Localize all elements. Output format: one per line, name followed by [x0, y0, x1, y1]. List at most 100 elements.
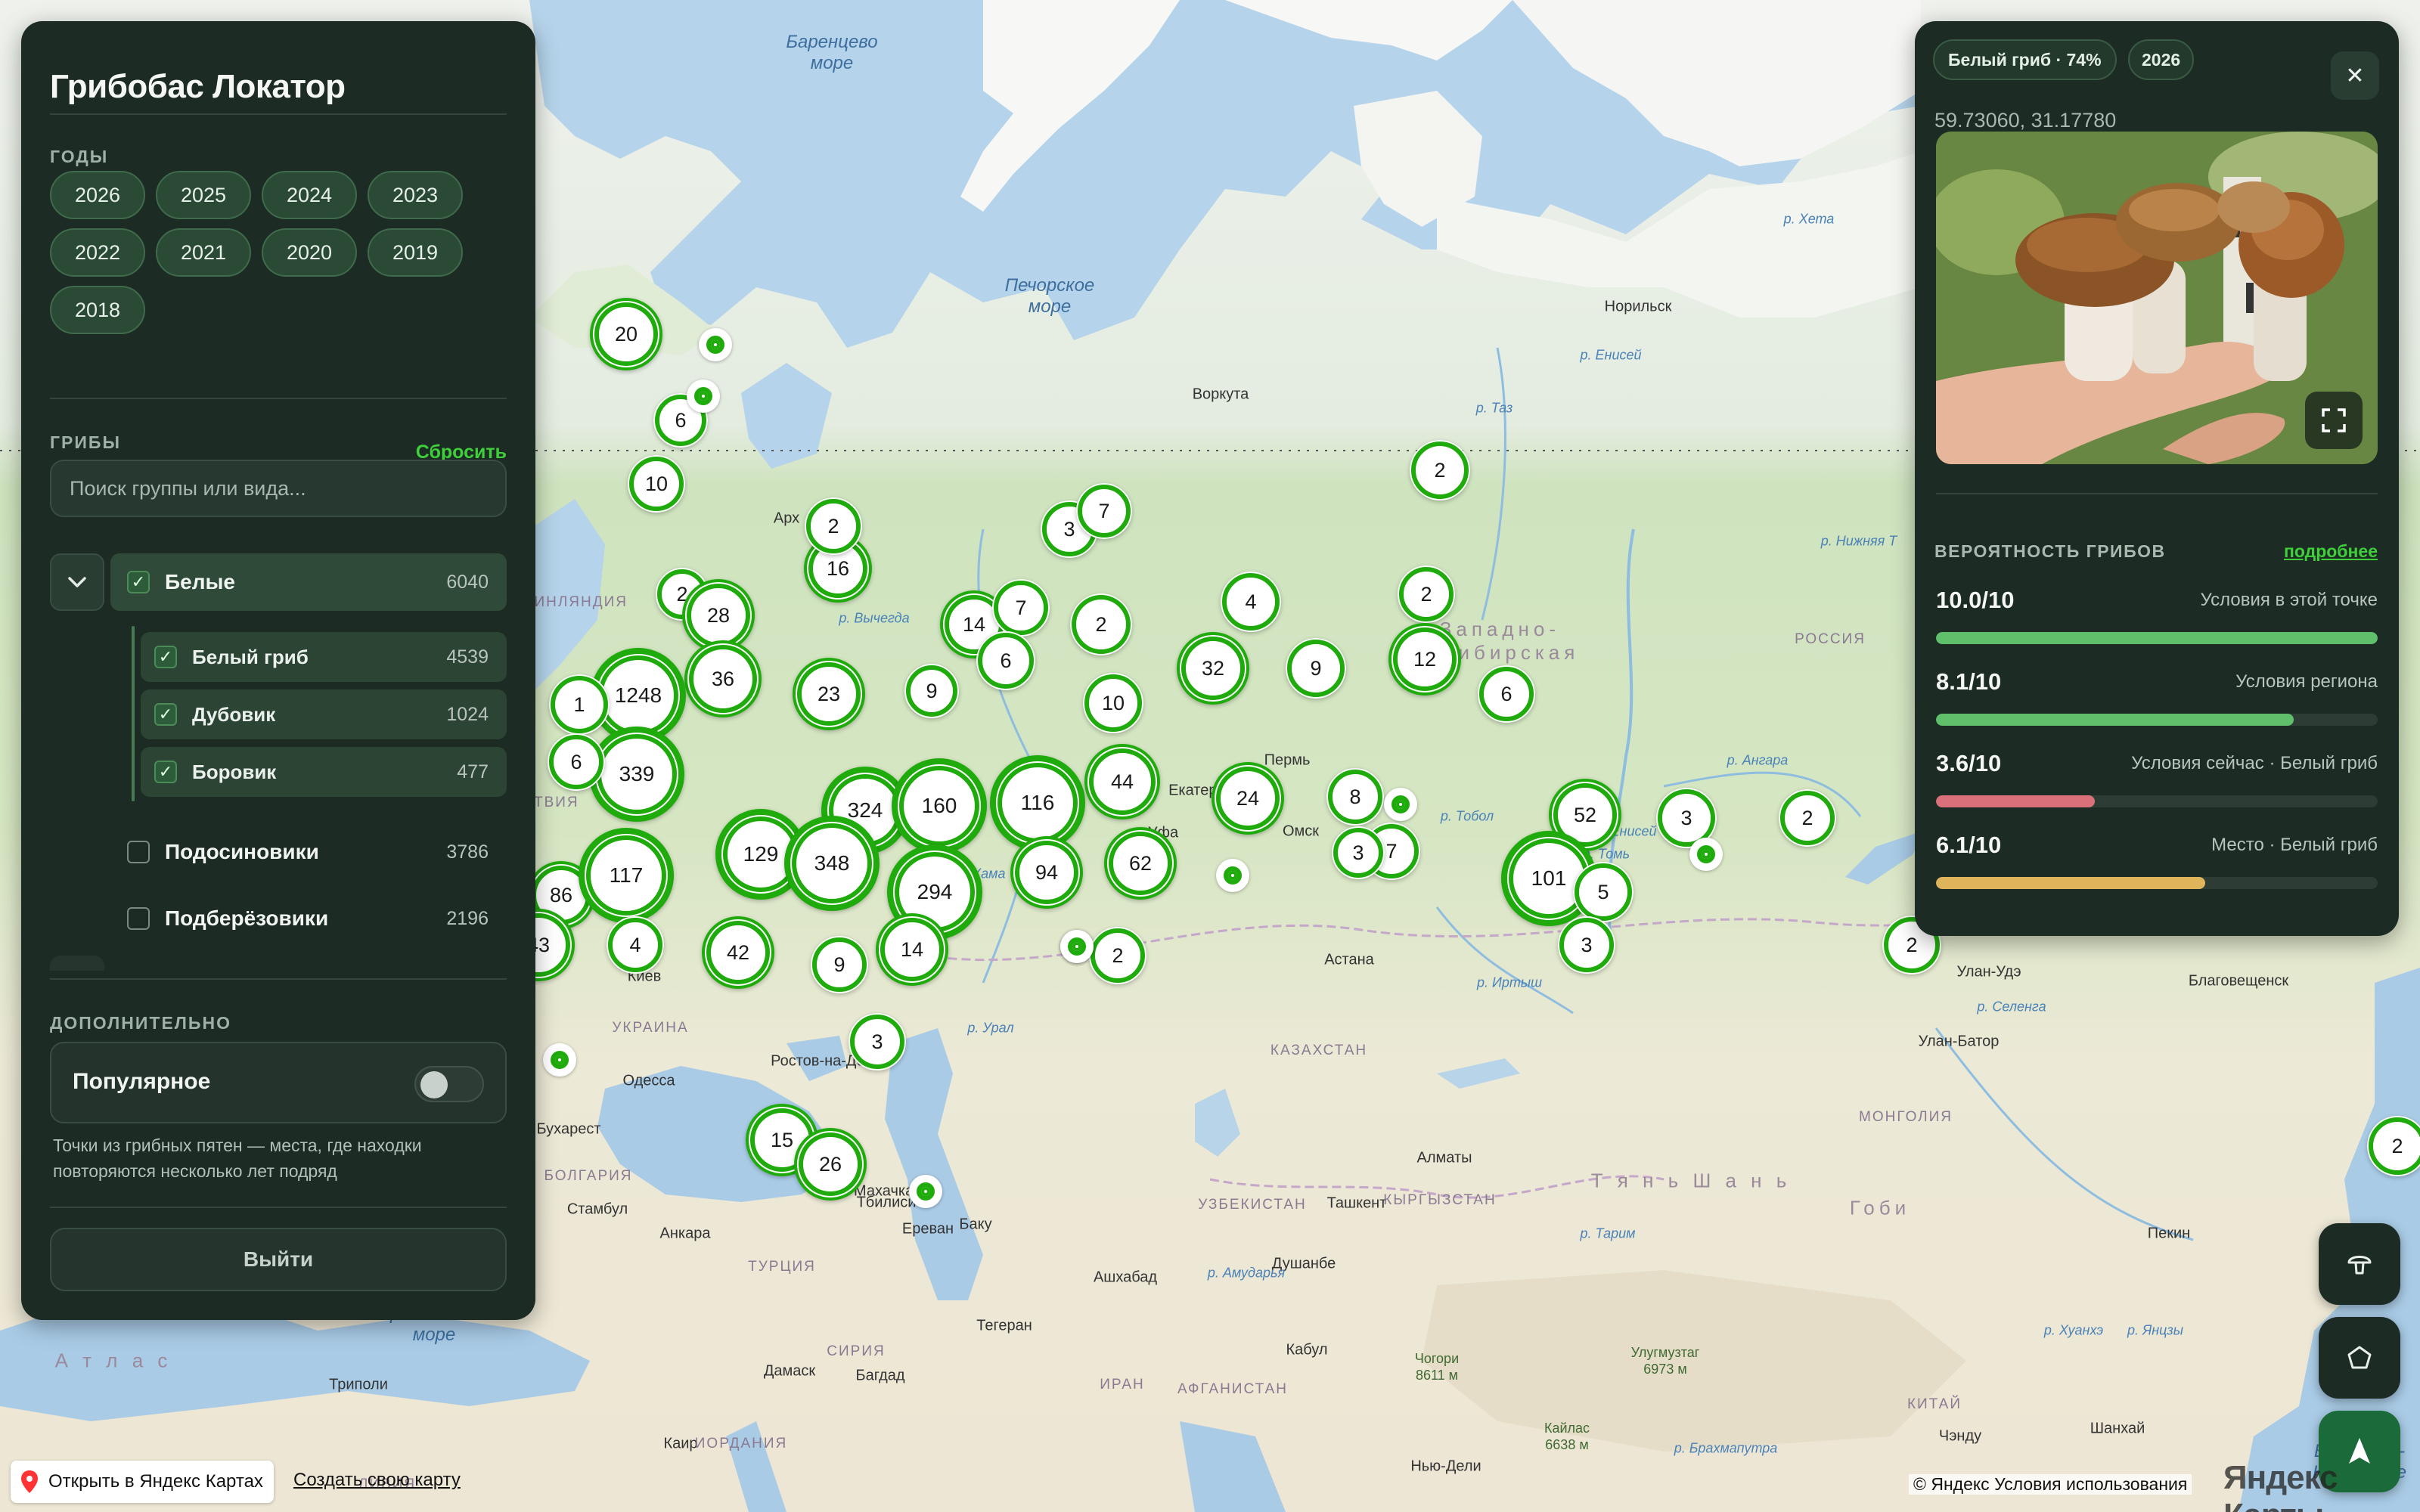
cluster-marker[interactable]: 117 [579, 828, 674, 923]
probability-bar-fill [1936, 877, 2206, 889]
species-row-belyi-grib[interactable]: ✓ Белый гриб 4539 [141, 632, 507, 682]
year-chip-2024[interactable]: 2024 [262, 171, 357, 219]
draw-area-button[interactable] [2319, 1317, 2400, 1399]
cluster-marker[interactable]: 44 [1084, 744, 1160, 820]
cluster-marker[interactable]: 2 [805, 497, 862, 555]
year-chip-2018[interactable]: 2018 [50, 286, 145, 334]
chevron-down-icon [68, 577, 86, 587]
cluster-marker[interactable]: 62 [1104, 827, 1177, 900]
cluster-marker[interactable]: 2 [2367, 1116, 2420, 1176]
cluster-count: 3 [1581, 933, 1593, 956]
species-checkbox[interactable]: ✓ [154, 703, 177, 726]
point-marker[interactable] [1384, 788, 1417, 821]
cluster-count: 23 [817, 682, 841, 705]
point-marker[interactable] [699, 328, 732, 361]
cluster-marker[interactable]: 3 [849, 1013, 906, 1070]
cluster-count: 294 [917, 880, 953, 903]
group-row-podosinoviki[interactable]: Подосиновики 3786 [110, 826, 507, 878]
species-checkbox[interactable]: ✓ [154, 646, 177, 668]
cluster-marker[interactable]: 26 [794, 1128, 867, 1201]
year-chip-2023[interactable]: 2023 [368, 171, 463, 219]
fullscreen-button[interactable] [2305, 392, 2363, 449]
cluster-marker[interactable]: 339 [589, 727, 684, 822]
mushroom-layer-button[interactable] [2319, 1223, 2400, 1305]
cluster-count: 62 [1128, 851, 1153, 875]
cluster-marker[interactable]: 9 [1286, 638, 1346, 699]
search-input[interactable]: Поиск группы или вида... [50, 460, 507, 517]
year-chip-2020[interactable]: 2020 [262, 228, 357, 277]
group-row-podberezoviki[interactable]: Подберёзовики 2196 [110, 892, 507, 945]
point-marker[interactable] [1689, 838, 1723, 871]
cluster-marker[interactable]: 7 [992, 579, 1050, 637]
year-chip-2022[interactable]: 2022 [50, 228, 145, 277]
logout-button[interactable]: Выйти [50, 1228, 507, 1291]
open-in-yandex-button[interactable]: Открыть в Яндекс Картах [11, 1461, 274, 1503]
cluster-count: 2 [827, 514, 839, 538]
cluster-marker[interactable]: 94 [1010, 836, 1083, 909]
cluster-marker[interactable]: 6 [1478, 665, 1535, 723]
cluster-marker[interactable]: 5 [1573, 862, 1634, 922]
year-chip-2021[interactable]: 2021 [156, 228, 251, 277]
year-chip-2026[interactable]: 2026 [50, 171, 145, 219]
cluster-marker[interactable]: 23 [793, 658, 865, 730]
divider [50, 978, 507, 980]
cluster-count: 42 [726, 940, 750, 964]
group-checkbox[interactable] [127, 841, 150, 863]
cluster-marker[interactable]: 9 [904, 664, 959, 718]
probability-bar [1936, 632, 2378, 644]
point-marker[interactable] [909, 1175, 942, 1208]
cluster-marker[interactable]: 3 [1558, 916, 1615, 974]
group-row-belye[interactable]: ✓ Белые 6040 [110, 553, 507, 611]
create-map-link[interactable]: Создать свою карту [293, 1470, 461, 1491]
cluster-marker[interactable]: 10 [1083, 673, 1143, 733]
cluster-marker[interactable]: 2 [1398, 565, 1455, 623]
point-marker[interactable] [687, 380, 720, 413]
cluster-marker[interactable]: 42 [702, 916, 774, 989]
cluster-marker[interactable]: 7 [1076, 483, 1132, 539]
cluster-marker[interactable]: 160 [892, 758, 987, 854]
species-name: Белый гриб [192, 645, 309, 668]
cluster-count: 12 [1413, 647, 1437, 671]
details-link[interactable]: подробнее [2284, 541, 2378, 562]
cluster-marker[interactable]: 12 [1388, 623, 1461, 696]
cluster-marker[interactable]: 4 [1221, 572, 1281, 632]
cluster-marker[interactable]: 2 [1089, 927, 1146, 984]
cluster-marker[interactable]: 6 [976, 631, 1035, 690]
cluster-marker[interactable]: 3 [1332, 826, 1385, 879]
year-chip-2019[interactable]: 2019 [368, 228, 463, 277]
cluster-marker[interactable]: 6 [548, 733, 605, 791]
cluster-marker[interactable]: 9 [811, 936, 868, 993]
expand-group-button[interactable] [50, 553, 104, 611]
cluster-marker[interactable]: 14 [876, 913, 948, 986]
cluster-marker[interactable]: 8 [1326, 768, 1384, 826]
close-button[interactable]: ✕ [2331, 51, 2379, 100]
copyright-terms[interactable]: © Яндекс Условия использования [1909, 1474, 2192, 1495]
cluster-marker[interactable]: 32 [1177, 632, 1249, 705]
cluster-marker[interactable]: 36 [684, 640, 762, 717]
cluster-marker[interactable]: 10 [628, 455, 685, 513]
cluster-marker[interactable]: 1 [549, 674, 610, 735]
cluster-marker[interactable]: 2 [1070, 593, 1132, 655]
point-marker[interactable] [1216, 859, 1249, 892]
point-marker[interactable] [543, 1043, 576, 1077]
cluster-count: 3 [871, 1030, 883, 1053]
year-chip-2025[interactable]: 2025 [156, 171, 251, 219]
species-row-dubovik[interactable]: ✓ Дубовик 1024 [141, 689, 507, 739]
cluster-marker[interactable]: 2 [1779, 789, 1836, 847]
mushroom-photo[interactable] [1936, 132, 2378, 464]
cluster-marker[interactable]: 116 [990, 755, 1085, 850]
cluster-count: 9 [833, 953, 845, 976]
species-row-borovik[interactable]: ✓ Боровик 477 [141, 747, 507, 797]
group-checkbox[interactable] [127, 907, 150, 930]
species-count: 1024 [446, 703, 489, 725]
cluster-marker[interactable]: 24 [1212, 762, 1284, 835]
group-checkbox[interactable]: ✓ [127, 571, 150, 593]
species-checkbox[interactable]: ✓ [154, 761, 177, 783]
cluster-marker[interactable]: 2 [1410, 440, 1470, 500]
point-marker[interactable] [1060, 930, 1094, 963]
popular-toggle[interactable] [414, 1066, 484, 1102]
cluster-marker[interactable]: 4 [607, 916, 664, 974]
group-count: 6040 [446, 571, 489, 593]
cluster-marker[interactable]: 20 [590, 298, 662, 370]
cluster-marker[interactable]: 348 [784, 816, 880, 911]
